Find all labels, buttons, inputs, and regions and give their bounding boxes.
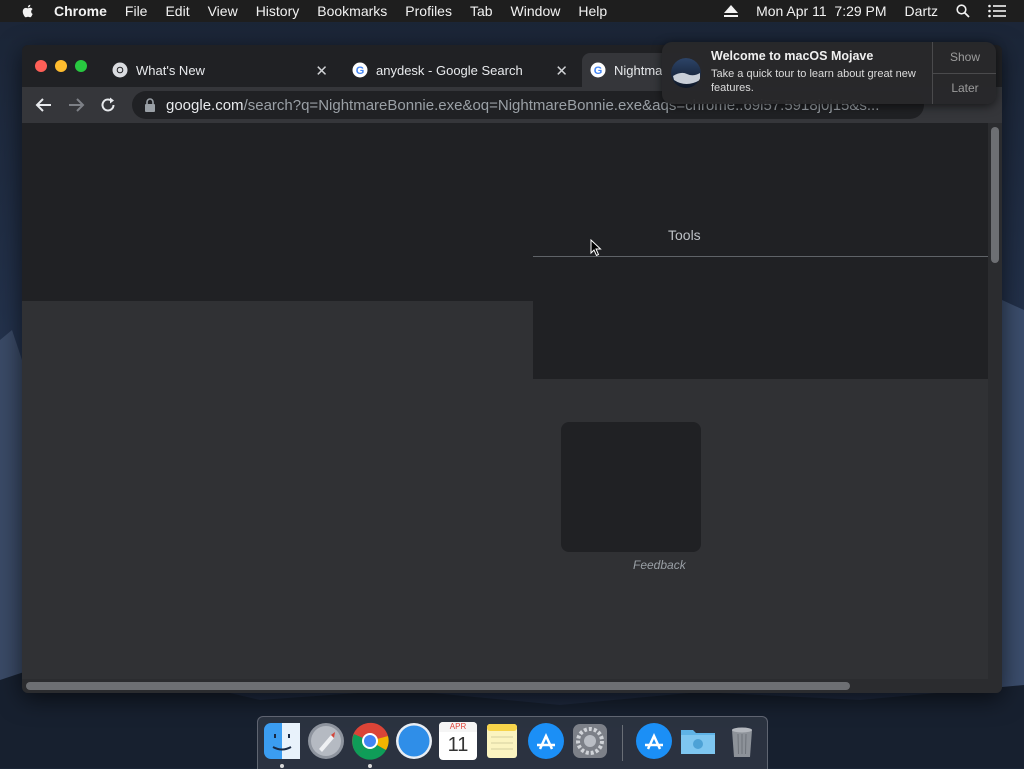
zoom-window-button[interactable]	[75, 60, 87, 72]
running-indicator	[368, 764, 372, 768]
launchpad-icon[interactable]	[307, 722, 345, 760]
menu-help[interactable]: Help	[578, 3, 607, 19]
macos-mojave-icon	[671, 58, 701, 88]
apple-icon[interactable]	[20, 3, 36, 19]
google-favicon-icon: G	[352, 62, 368, 78]
tab-title: What's New	[136, 62, 205, 78]
close-tab-icon[interactable]: ✕	[555, 62, 568, 80]
later-button[interactable]: Later	[933, 73, 996, 104]
tab-anydesk-search[interactable]: G anydesk - Google Search ✕	[342, 53, 578, 87]
notification-title: Welcome to macOS Mojave	[711, 49, 874, 63]
system-preferences-icon[interactable]	[571, 722, 609, 760]
notes-icon[interactable]	[483, 722, 521, 760]
horizontal-scrollbar[interactable]	[22, 679, 1002, 693]
forward-arrow-icon[interactable]	[66, 95, 86, 115]
trash-icon[interactable]	[723, 722, 761, 760]
calendar-icon[interactable]: APR 11	[439, 722, 477, 760]
chrome-favicon-icon	[112, 62, 128, 78]
tab-whats-new[interactable]: What's New ✕	[102, 53, 338, 87]
google-favicon-icon: G	[590, 62, 606, 78]
svg-text:G: G	[594, 65, 603, 77]
close-tab-icon[interactable]: ✕	[315, 62, 328, 80]
reload-icon[interactable]	[98, 95, 118, 115]
url-host: google.com	[166, 96, 244, 114]
downloads-folder-icon[interactable]	[679, 722, 717, 760]
user-name[interactable]: Dartz	[905, 3, 938, 19]
vertical-scroll-thumb[interactable]	[991, 127, 999, 263]
mouse-cursor-icon	[590, 239, 602, 257]
result-card[interactable]	[561, 422, 701, 552]
safari-icon[interactable]	[395, 722, 433, 760]
tab-title: anydesk - Google Search	[376, 62, 523, 78]
menu-bookmarks[interactable]: Bookmarks	[317, 3, 387, 19]
page-content: Tools Feedback	[22, 123, 988, 685]
chrome-icon[interactable]	[351, 722, 389, 760]
svg-text:G: G	[356, 65, 365, 77]
menu-bar: Chrome File Edit View History Bookmarks …	[0, 0, 1024, 22]
eject-icon[interactable]	[724, 5, 739, 17]
notification-actions: Show Later	[932, 42, 996, 104]
back-arrow-icon[interactable]	[34, 95, 54, 115]
running-indicator	[280, 764, 284, 768]
menu-view[interactable]: View	[208, 3, 238, 19]
notification-body: Take a quick tour to learn about great n…	[711, 68, 916, 94]
minimize-window-button[interactable]	[55, 60, 67, 72]
menu-file[interactable]: File	[125, 3, 148, 19]
menu-window[interactable]: Window	[511, 3, 561, 19]
app-store-icon[interactable]	[635, 722, 673, 760]
mojave-notification[interactable]: Welcome to macOS Mojave Take a quick tou…	[662, 42, 996, 104]
calendar-month: APR	[439, 722, 477, 732]
menu-history[interactable]: History	[256, 3, 300, 19]
menu-chrome[interactable]: Chrome	[54, 3, 107, 19]
menu-profiles[interactable]: Profiles	[405, 3, 452, 19]
dock-separator	[622, 725, 623, 761]
dock: APR 11	[257, 716, 768, 769]
tab-title: Nightma	[614, 62, 663, 78]
calendar-day: 11	[447, 734, 469, 756]
clock[interactable]: Mon Apr 11 7:29 PM	[756, 3, 886, 19]
spotlight-search-icon[interactable]	[956, 4, 970, 18]
lock-icon[interactable]	[144, 98, 156, 112]
menu-edit[interactable]: Edit	[165, 3, 189, 19]
menu-tab[interactable]: Tab	[470, 3, 493, 19]
vertical-scrollbar[interactable]	[988, 123, 1002, 685]
notification-center-icon[interactable]	[988, 4, 1006, 18]
show-button[interactable]: Show	[933, 42, 996, 74]
app-store-icon[interactable]	[527, 722, 565, 760]
chrome-window: What's New ✕ G anydesk - Google Search ✕…	[22, 45, 1002, 693]
close-window-button[interactable]	[35, 60, 47, 72]
horizontal-scroll-thumb[interactable]	[26, 682, 850, 690]
tools-button[interactable]: Tools	[668, 227, 701, 243]
feedback-link[interactable]: Feedback	[633, 558, 686, 572]
finder-icon[interactable]	[263, 722, 301, 760]
